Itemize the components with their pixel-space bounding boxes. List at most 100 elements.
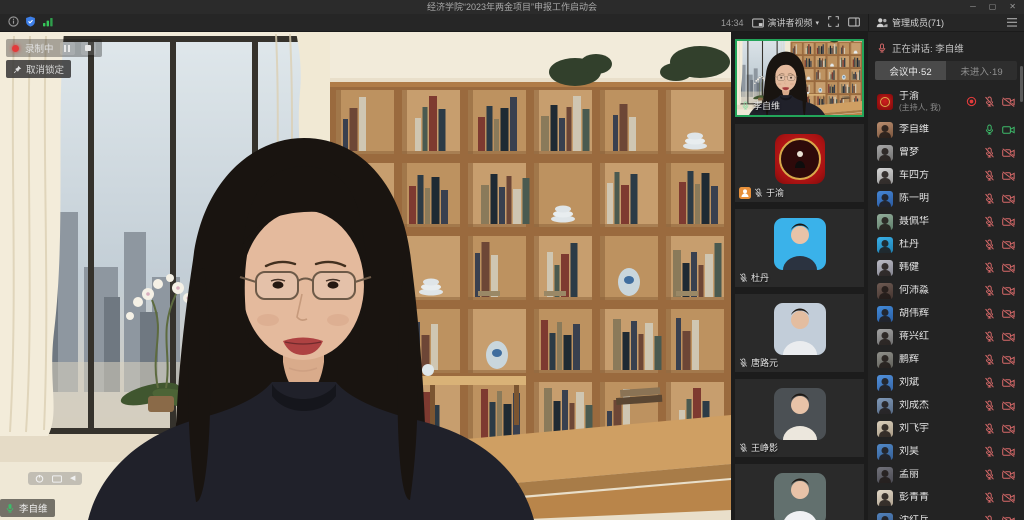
- side-panel-toggle-icon[interactable]: [848, 14, 860, 32]
- member-row-孟丽[interactable]: 孟丽: [868, 463, 1024, 486]
- mic-muted-icon[interactable]: [984, 377, 995, 388]
- member-row-蒋兴红[interactable]: 蒋兴红: [868, 325, 1024, 348]
- camera-off-icon[interactable]: [1002, 355, 1015, 365]
- power-icon[interactable]: [35, 474, 44, 483]
- mic-muted-icon[interactable]: [739, 358, 748, 367]
- mic-muted-icon[interactable]: [984, 515, 995, 520]
- mic-muted-icon[interactable]: [984, 354, 995, 365]
- camera-off-icon[interactable]: [1002, 309, 1015, 319]
- camera-off-icon[interactable]: [1002, 332, 1015, 342]
- mic-muted-icon[interactable]: [984, 331, 995, 342]
- mic-muted-icon[interactable]: [984, 193, 995, 204]
- member-status-icons: [984, 193, 1015, 204]
- mic-muted-icon[interactable]: [984, 216, 995, 227]
- thumbnail-夏意凤[interactable]: 夏意凤: [735, 464, 864, 520]
- camera-off-icon[interactable]: [1002, 516, 1015, 520]
- member-avatar: [877, 329, 893, 345]
- camera-off-icon[interactable]: [1002, 240, 1015, 250]
- mic-muted-icon[interactable]: [739, 273, 748, 282]
- avatar: [774, 303, 826, 355]
- fullscreen-icon[interactable]: [828, 14, 839, 32]
- tab-in-meeting[interactable]: 会议中·52: [875, 61, 946, 80]
- member-row-胡伟辉[interactable]: 胡伟辉: [868, 302, 1024, 325]
- member-name: 陈一明: [899, 193, 978, 205]
- panel-scrollbar[interactable]: [1020, 66, 1023, 102]
- camera-off-icon[interactable]: [1002, 378, 1015, 388]
- camera-off-icon[interactable]: [1002, 401, 1015, 411]
- member-avatar: [877, 191, 893, 207]
- unpin-button[interactable]: 取消锁定: [6, 60, 71, 78]
- maximize-button[interactable]: ▢: [989, 0, 997, 14]
- view-mode-button[interactable]: 演讲者视频 ▾: [752, 16, 819, 29]
- member-row-聂佩华[interactable]: 聂佩华: [868, 210, 1024, 233]
- thumbnail-王峥影[interactable]: 王峥影: [735, 379, 864, 457]
- member-row-沈红兵[interactable]: 沈红兵: [868, 509, 1024, 520]
- thumbnail-杜丹[interactable]: 杜丹: [735, 209, 864, 287]
- camera-off-icon[interactable]: [1002, 470, 1015, 480]
- mic-muted-icon[interactable]: [984, 400, 995, 411]
- camera-off-icon[interactable]: [1002, 424, 1015, 434]
- mic-muted-icon[interactable]: [984, 239, 995, 250]
- stop-recording-button[interactable]: [81, 42, 96, 55]
- security-shield-icon[interactable]: [25, 14, 36, 32]
- thumbnail-唐路元[interactable]: 唐路元: [735, 294, 864, 372]
- mic-icon[interactable]: [984, 124, 995, 135]
- member-row-彭青青[interactable]: 彭青青: [868, 486, 1024, 509]
- member-row-车四方[interactable]: 车四方: [868, 164, 1024, 187]
- whiteboard-icon[interactable]: [52, 475, 62, 483]
- mic-muted-icon[interactable]: [984, 446, 995, 457]
- member-name: 沈红兵: [899, 515, 978, 520]
- member-row-何沛淼[interactable]: 何沛淼: [868, 279, 1024, 302]
- network-signal-icon[interactable]: [42, 14, 54, 32]
- member-row-刘飞宇[interactable]: 刘飞宇: [868, 417, 1024, 440]
- thumbnail-李自维[interactable]: 李自维: [735, 39, 864, 117]
- panel-menu-icon[interactable]: [1007, 18, 1017, 27]
- mic-muted-icon[interactable]: [739, 443, 748, 452]
- cloud-record-icon[interactable]: [966, 96, 977, 107]
- tab-not-joined[interactable]: 未进入·19: [946, 61, 1017, 80]
- camera-icon[interactable]: [1002, 125, 1015, 135]
- member-row-鹏辉[interactable]: 鹏辉: [868, 348, 1024, 371]
- minimize-button[interactable]: ─: [970, 0, 976, 14]
- mic-muted-icon[interactable]: [984, 469, 995, 480]
- member-row-刘成杰[interactable]: 刘成杰: [868, 394, 1024, 417]
- clock-time: 14:34: [721, 18, 744, 28]
- member-row-杜丹[interactable]: 杜丹: [868, 233, 1024, 256]
- mic-muted-icon[interactable]: [984, 147, 995, 158]
- camera-off-icon[interactable]: [1002, 286, 1015, 296]
- member-row-李自维[interactable]: 李自维: [868, 118, 1024, 141]
- mic-muted-icon[interactable]: [984, 285, 995, 296]
- main-speaker-video[interactable]: 录制中 取消锁定 ◀ 李自维: [0, 32, 731, 520]
- mic-muted-icon[interactable]: [754, 188, 763, 197]
- pause-recording-button[interactable]: [60, 42, 75, 55]
- camera-off-icon[interactable]: [1002, 97, 1015, 107]
- photo-avatar: [774, 303, 826, 355]
- camera-off-icon[interactable]: [1002, 263, 1015, 273]
- camera-off-icon[interactable]: [1002, 493, 1015, 503]
- mic-icon[interactable]: [741, 101, 750, 110]
- meeting-info-icon[interactable]: [8, 14, 19, 32]
- mic-muted-icon[interactable]: [984, 170, 995, 181]
- mic-muted-icon[interactable]: [984, 492, 995, 503]
- mic-muted-icon[interactable]: [984, 96, 995, 107]
- thumbnail-于渝[interactable]: 于渝: [735, 124, 864, 202]
- mic-muted-icon[interactable]: [984, 262, 995, 273]
- member-avatar: [877, 237, 893, 253]
- member-name: 聂佩华: [899, 216, 978, 228]
- camera-off-icon[interactable]: [1002, 447, 1015, 457]
- mic-muted-icon[interactable]: [984, 308, 995, 319]
- member-row-曾梦[interactable]: 曾梦: [868, 141, 1024, 164]
- member-row-刘昊[interactable]: 刘昊: [868, 440, 1024, 463]
- member-row-刘斌[interactable]: 刘斌: [868, 371, 1024, 394]
- collapse-arrow-icon[interactable]: ◀: [70, 472, 75, 485]
- mic-muted-icon[interactable]: [984, 423, 995, 434]
- camera-off-icon[interactable]: [1002, 217, 1015, 227]
- member-name: 韩健: [899, 262, 978, 274]
- close-button[interactable]: ✕: [1009, 0, 1016, 14]
- member-row-韩健[interactable]: 韩健: [868, 256, 1024, 279]
- member-row-于渝[interactable]: 于渝(主持人, 我): [868, 85, 1024, 118]
- member-row-陈一明[interactable]: 陈一明: [868, 187, 1024, 210]
- camera-off-icon[interactable]: [1002, 194, 1015, 204]
- camera-off-icon[interactable]: [1002, 171, 1015, 181]
- camera-off-icon[interactable]: [1002, 148, 1015, 158]
